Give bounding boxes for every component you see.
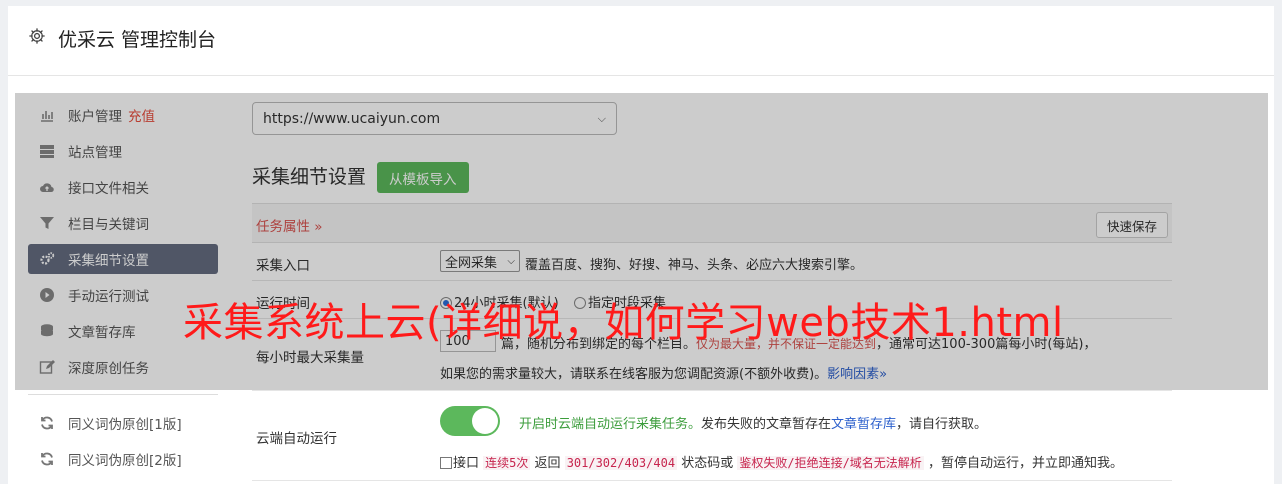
edit-icon [39,360,55,374]
sidebar-item-interface[interactable]: 接口文件相关 [28,172,218,202]
page-title: 优采云 管理控制台 [58,29,217,51]
pause-text-2: 状态码或 [681,456,734,471]
refresh-icon [41,452,53,466]
code-errors: 鉴权失败/拒绝连接/域名无法解析 [737,456,924,470]
cloud-upload-icon [40,183,54,193]
cloud-run-label: 云端自动运行 [256,431,337,447]
database-icon [41,324,53,337]
sidebar-item-label: 接口文件相关 [68,181,149,197]
pause-checkbox[interactable] [440,457,452,469]
pause-condition: 接口 连续5次 返回 301/302/403/404 状态码或 鉴权失败/拒绝连… [440,452,1123,471]
max-desc-line2: 如果您的需求量较大，请联系在线客服为您调配资源(不额外收费)。 [440,367,828,382]
watermark-text: 采集系统上云(详细说，如何学习web技术1.html [183,300,1064,346]
sidebar-item-sites[interactable]: 站点管理 [28,136,218,166]
recharge-link[interactable]: 充值 [128,105,155,125]
entry-label: 采集入口 [256,258,310,274]
play-circle-icon [40,288,54,302]
site-select[interactable]: https://www.ucaiyun.com ⌵ [252,102,617,135]
max-per-hour-desc-2: 如果您的需求量较大，请联系在线客服为您调配资源(不额外收费)。影响因素» [440,363,887,382]
chevron-down-icon: ⌵ [507,255,515,267]
article-store-link[interactable]: 文章暂存库 [831,417,896,432]
entry-select-value: 全网采集 [445,255,498,271]
import-template-button[interactable]: 从模板导入 [377,162,469,193]
influence-factors-link[interactable]: 影响因素» [827,367,887,382]
cloud-run-desc-text2: ，请自行获取。 [896,417,988,432]
refresh-icon [41,416,53,430]
sidebar-item-account[interactable]: 账户管理 充值 [28,100,218,130]
cloud-run-desc-green: 开启时云端自动运行采集任务。 [519,417,702,432]
entry-select[interactable]: 全网采集 ⌵ [440,250,520,272]
sidebar-item-label: 站点管理 [68,145,122,161]
main-panel: 账户管理 充值 站点管理 接口文件相关 栏目与关键词 采集细节设置 手动运行测试… [8,76,1274,484]
sidebar-item-label: 同义词伪原创[1版] [68,417,182,433]
code-status: 301/302/403/404 [564,456,678,470]
section-title: 采集细节设置 [252,166,367,188]
chevron-down-icon: ⌵ [597,111,606,125]
sidebar-item-label: 手动运行测试 [68,289,149,305]
bar-chart-icon [41,111,53,122]
page-header: 优采云 管理控制台 [8,6,1274,76]
sidebar-item-label: 采集细节设置 [68,253,149,269]
sidebar-item-deep-original[interactable]: 深度原创任务 [28,352,218,382]
entry-description: 覆盖百度、搜狗、好搜、神马、头条、必应六大搜索引擎。 [525,258,864,273]
sidebar-divider [28,394,218,395]
pause-text-3: ，暂停自动运行，并立即通知我。 [927,456,1123,471]
site-select-value: https://www.ucaiyun.com [263,110,441,127]
quick-save-button[interactable]: 快速保存 [1095,212,1168,238]
code-consecutive: 连续5次 [483,456,531,470]
cloud-run-desc: 开启时云端自动运行采集任务。发布失败的文章暂存在文章暂存库，请自行获取。 [519,413,987,432]
task-attributes-bar: 任务属性 » 快速保存 [252,203,1172,243]
sidebar-item-label: 深度原创任务 [68,361,149,377]
server-icon [40,145,54,158]
cloud-run-desc-text: 发布失败的文章暂存在 [701,417,832,432]
sidebar-item-collect-settings[interactable]: 采集细节设置 [28,244,218,274]
cloud-run-toggle[interactable] [440,406,500,436]
filter-icon [40,217,54,229]
gear-icon [29,28,45,44]
pause-text-1: 返回 [534,456,561,471]
sidebar-item-label: 文章暂存库 [68,325,136,341]
task-attributes-toggle[interactable]: 任务属性 » [256,215,323,235]
sidebar-item-label: 账户管理 [68,109,122,125]
sidebar-item-synonym-v1[interactable]: 同义词伪原创[1版] [28,408,218,438]
sidebar-item-synonym-v2[interactable]: 同义词伪原创[2版] [28,444,218,474]
pause-checkbox-label: 接口 [453,456,480,471]
sidebar-item-label: 同义词伪原创[2版] [68,453,182,469]
sidebar-item-keywords[interactable]: 栏目与关键词 [28,208,218,238]
cogs-icon [40,252,55,265]
sidebar-item-label: 栏目与关键词 [68,217,149,233]
max-per-hour-label: 每小时最大采集量 [256,350,364,366]
